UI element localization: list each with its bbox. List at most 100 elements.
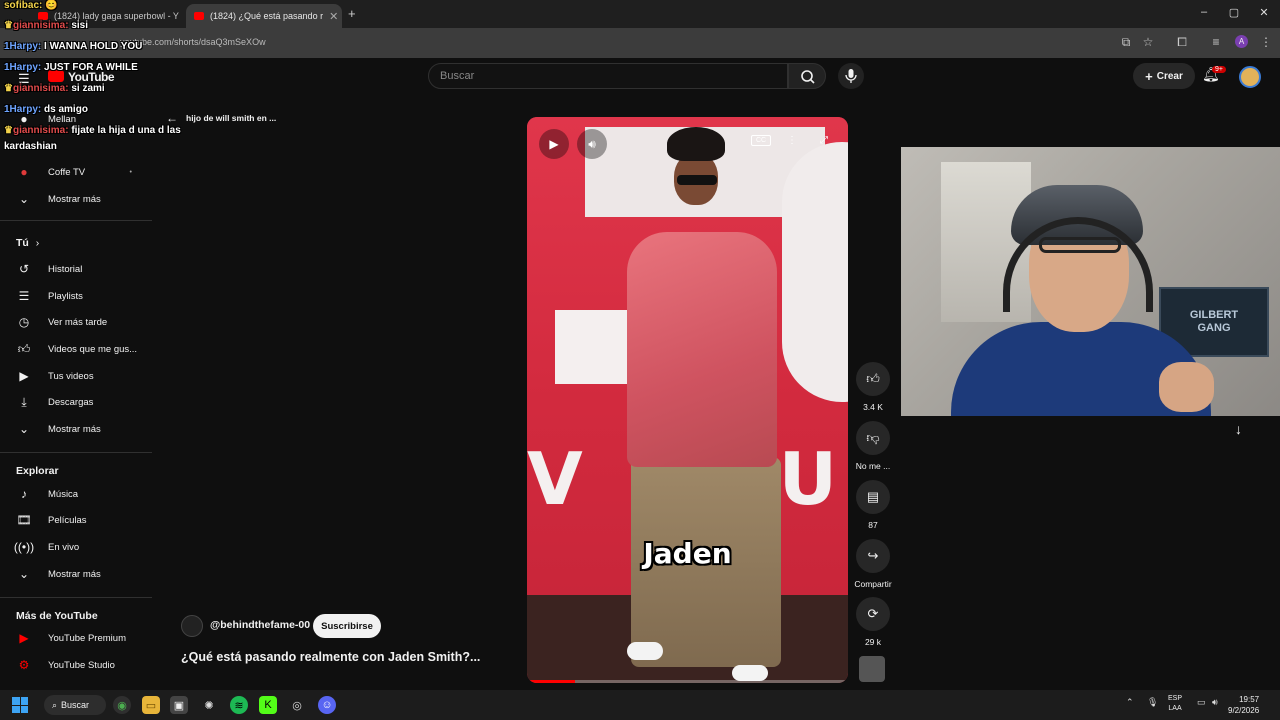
taskbar-search[interactable]: ⌕ Buscar [44, 695, 106, 715]
chat-text: si zami [71, 83, 105, 94]
sidebar-item-label: Películas [48, 514, 87, 526]
person-shirt [627, 232, 777, 467]
sidebar-you-show-more[interactable]: ⌄ Mostrar más [0, 416, 152, 442]
obs-icon[interactable]: ◎ [288, 696, 306, 714]
sidebar-item-watch-later[interactable]: ◷ Ver más tarde [0, 309, 152, 335]
tray-chevron-up-icon[interactable]: ⌃ [1126, 697, 1134, 708]
search-box[interactable] [428, 63, 788, 89]
back-to-search[interactable]: ← hijo de will smith en ... [166, 111, 276, 125]
sidebar-heading-you[interactable]: Tú › [16, 237, 39, 249]
playlists-icon: ☰ [18, 289, 30, 303]
network-icon[interactable]: ▭ [1197, 697, 1206, 708]
more-options-icon[interactable]: ⋮ [782, 135, 802, 146]
comments-button[interactable]: ▤ 87 [852, 480, 894, 530]
create-button[interactable]: + Crear [1133, 63, 1195, 89]
chevron-down-icon: ⌄ [18, 192, 30, 206]
divider [0, 220, 152, 221]
chevron-down-icon: ⌄ [18, 567, 30, 581]
discord-icon[interactable]: ☺ [318, 696, 336, 714]
sidebar-item-label: Coffe TV [48, 166, 86, 178]
crown-icon: ♛ [4, 20, 13, 31]
sidebar-explore-show-more[interactable]: ⌄ Mostrar más [0, 561, 152, 587]
sidebar-item-label: Mostrar más [48, 568, 101, 580]
profile-avatar[interactable]: A [1235, 35, 1248, 48]
new-tab-button[interactable]: + [348, 6, 356, 21]
volume-tray-icon[interactable]: 🔊︎ [1212, 697, 1218, 708]
extensions-icon[interactable]: ⧠ [1173, 35, 1191, 50]
your-videos-icon: ▶ [19, 369, 29, 383]
sidebar-item-downloads[interactable]: ⤓ Descargas [0, 389, 152, 415]
sidebar-item-movies[interactable]: 🎞︎ Películas [0, 507, 152, 533]
like-button[interactable]: 👍︎ 3.4 K [852, 362, 894, 412]
shorts-video-player[interactable]: VI U Jaden ▶ 🔊︎ CC ⋮ ⤢ [527, 117, 848, 683]
voice-search-button[interactable] [838, 63, 864, 89]
sidebar-item-youtube-premium[interactable]: ▶ YouTube Premium [0, 625, 152, 651]
minimize-icon[interactable]: – [1194, 6, 1214, 18]
plus-icon: + [1145, 68, 1153, 84]
sidebar-item-liked-videos[interactable]: 👍︎ Videos que me gus... [0, 336, 152, 362]
chat-text: ds amigo [44, 104, 88, 115]
channel-avatar-icon: ● [20, 165, 28, 179]
spotify-icon[interactable]: ≋ [230, 696, 248, 714]
close-window-icon[interactable]: ✕ [1254, 6, 1274, 19]
bookmark-star-icon[interactable]: ☆ [1139, 35, 1157, 49]
browser-tab-2[interactable]: (1824) ¿Qué está pasando r ✕ [186, 4, 342, 28]
chat-user: 1Harpy: [4, 62, 42, 73]
chat-user: giannisima: [12, 20, 69, 31]
sidebar-item-music[interactable]: ♪ Música [0, 481, 152, 507]
windows-start-icon[interactable] [12, 697, 28, 713]
sidebar-item-your-videos[interactable]: ▶ Tus videos [0, 363, 152, 389]
create-label: Crear [1156, 70, 1183, 82]
volume-button[interactable]: 🔊︎ [577, 129, 607, 159]
divider [0, 597, 152, 598]
browser-menu-icon[interactable]: ⋮ [1257, 35, 1275, 49]
captions-icon[interactable]: CC [751, 135, 771, 146]
live-icon: ((•)) [13, 540, 35, 554]
kick-icon[interactable]: K [259, 696, 277, 714]
sidebar-item-playlists[interactable]: ☰ Playlists [0, 283, 152, 309]
share-button[interactable]: ↪ Compartir [852, 539, 894, 589]
sidebar-item-youtube-studio[interactable]: ⚙ YouTube Studio [0, 652, 152, 678]
maximize-icon[interactable]: ▢ [1224, 6, 1244, 19]
next-short-arrow-icon[interactable]: ↓ [1235, 421, 1242, 437]
file-explorer-icon[interactable]: ▭ [142, 696, 160, 714]
sidebar-item-coffe-tv[interactable]: ● Coffe TV • [0, 159, 152, 185]
system-clock[interactable]: 19:57 9/2/2026 [1228, 694, 1259, 716]
notifications-badge: 9+ [1212, 66, 1226, 73]
sidebar-subs-show-more[interactable]: ⌄ Mostrar más [0, 186, 152, 212]
video-title[interactable]: ¿Qué está pasando realmente con Jaden Sm… [181, 650, 480, 664]
install-icon[interactable]: ⧉ [1117, 35, 1135, 50]
language-indicator[interactable]: ESP LAA [1168, 694, 1182, 714]
search-input[interactable]: Buscar [440, 70, 474, 82]
fullscreen-icon[interactable]: ⤢ [814, 135, 834, 146]
channel-name[interactable]: @behindthefame-00 [210, 619, 310, 631]
user-avatar[interactable] [1239, 66, 1261, 88]
close-tab-icon[interactable]: ✕ [329, 10, 338, 23]
sidebar-item-label: Mostrar más [48, 423, 101, 435]
subscribe-button[interactable]: Suscribirse [313, 614, 381, 638]
remix-button[interactable]: ⟳ 29 k [852, 597, 894, 647]
volume-icon: 🔊︎ [588, 136, 596, 151]
app-icon[interactable]: ▣ [170, 696, 188, 714]
dislike-button[interactable]: 👎︎ No me ... [852, 421, 894, 471]
thumbs-up-icon: 👍︎ [856, 362, 890, 396]
chat-message: 1Harpy: JUST FOR A WHILE [4, 62, 138, 73]
lang-top: ESP [1168, 695, 1183, 702]
chatgpt-icon[interactable]: ✺ [200, 696, 218, 714]
sound-thumbnail[interactable] [859, 656, 885, 682]
media-controls-icon[interactable]: ≡ [1207, 35, 1225, 49]
microphone-tray-icon[interactable]: 🎙︎ [1147, 697, 1158, 708]
sidebar-item-label: Tus videos [48, 370, 94, 382]
video-progress-bar[interactable] [527, 680, 848, 683]
chat-text: I WANNA HOLD YOU [44, 41, 143, 52]
sidebar-item-live[interactable]: ((•)) En vivo [0, 534, 152, 560]
search-button[interactable] [788, 63, 826, 89]
play-button[interactable]: ▶ [539, 129, 569, 159]
windows-taskbar [0, 690, 1280, 720]
sidebar-item-label: Playlists [48, 290, 83, 302]
youtube-favicon-icon [194, 12, 204, 20]
channel-avatar[interactable] [181, 615, 203, 637]
sidebar-item-historial[interactable]: ↺ Historial [0, 256, 152, 282]
chrome-icon[interactable]: ◉ [113, 696, 131, 714]
sidebar-item-label: YouTube Premium [48, 632, 126, 644]
